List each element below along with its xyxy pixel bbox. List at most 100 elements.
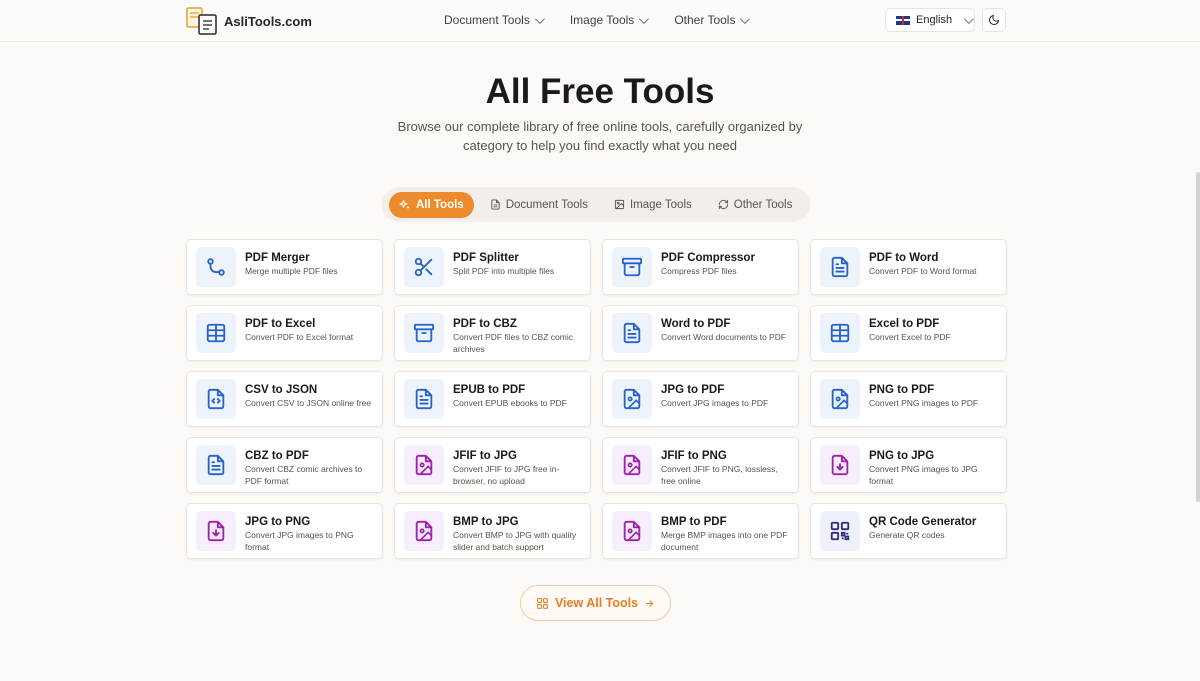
language-selector[interactable]: English: [885, 8, 975, 32]
tool-description: Generate QR codes: [869, 530, 945, 540]
tool-card-png-to-pdf[interactable]: PNG to PDF Convert PNG images to PDF: [810, 371, 1007, 427]
language-label: English: [916, 14, 953, 26]
tool-card-jpg-to-pdf[interactable]: JPG to PDF Convert JPG images to PDF: [602, 371, 799, 427]
tool-icon-box: [612, 379, 652, 419]
download-file-icon: [207, 520, 225, 542]
tool-icon-box: [612, 313, 652, 353]
tool-description: Convert Word documents to PDF: [661, 332, 787, 342]
tool-name: JPG to PDF: [661, 384, 725, 396]
image-icon: [614, 199, 625, 210]
image-file-icon: [623, 388, 641, 410]
tool-icon-box: [404, 379, 444, 419]
tool-card-bmp-to-pdf[interactable]: BMP to PDF Merge BMP images into one PDF…: [602, 503, 799, 559]
download-file-icon: [831, 454, 849, 476]
tool-icon-box: [196, 313, 236, 353]
tool-name: PNG to PDF: [869, 384, 935, 396]
tool-card-text: PDF to CBZ Convert PDF files to CBZ comi…: [453, 313, 581, 355]
uk-flag-icon: [896, 15, 910, 25]
tool-card-jfif-to-jpg[interactable]: JFIF to JPG Convert JFIF to JPG free in-…: [394, 437, 591, 493]
tool-card-pdf-to-excel[interactable]: PDF to Excel Convert PDF to Excel format: [186, 305, 383, 361]
tab-image-tools[interactable]: Image Tools: [604, 192, 702, 218]
tool-name: PDF to CBZ: [453, 318, 517, 330]
nav-label: Other Tools: [674, 13, 736, 27]
tool-name: PDF Merger: [245, 252, 310, 264]
logo-icon: [186, 6, 220, 36]
tab-label: Image Tools: [629, 198, 692, 211]
document-icon: [623, 322, 641, 344]
archive-icon: [621, 257, 643, 277]
tool-description: Convert PDF files to CBZ comic archives: [453, 332, 573, 354]
tool-icon-box: [820, 511, 860, 551]
tool-card-text: BMP to JPG Convert BMP to JPG with quali…: [453, 511, 581, 553]
tab-other-tools[interactable]: Other Tools: [708, 192, 803, 218]
tool-name: CSV to JSON: [245, 384, 318, 396]
tool-card-word-to-pdf[interactable]: Word to PDF Convert Word documents to PD…: [602, 305, 799, 361]
archive-icon: [413, 323, 435, 343]
tool-description: Convert PDF to Word format: [869, 266, 977, 276]
tool-card-cbz-to-pdf[interactable]: CBZ to PDF Convert CBZ comic archives to…: [186, 437, 383, 493]
tool-description: Convert EPUB ebooks to PDF: [453, 398, 567, 408]
tab-label: Document Tools: [505, 198, 588, 211]
tool-name: JFIF to JPG: [453, 450, 517, 462]
tool-name: PDF to Word: [869, 252, 939, 264]
tool-name: QR Code Generator: [869, 516, 977, 528]
chevron-down-icon: [639, 13, 650, 24]
tool-card-text: JPG to PDF Convert JPG images to PDF: [661, 379, 768, 410]
tool-description: Convert PNG images to JPG format: [869, 464, 978, 486]
tool-card-text: PNG to PDF Convert PNG images to PDF: [869, 379, 978, 410]
tool-card-text: PDF to Word Convert PDF to Word format: [869, 247, 977, 278]
category-tabs: All Tools Document Tools Image Tools Oth…: [382, 187, 810, 222]
nav-label: Document Tools: [444, 13, 530, 27]
tool-card-text: JFIF to JPG Convert JFIF to JPG free in-…: [453, 445, 581, 487]
table-icon: [830, 323, 850, 343]
image-file-icon: [623, 520, 641, 542]
tool-description: Convert JPG images to PNG format: [245, 530, 354, 552]
view-all-tools-button[interactable]: View All Tools: [520, 585, 671, 621]
tool-card-text: JPG to PNG Convert JPG images to PNG for…: [245, 511, 373, 553]
tool-card-epub-to-pdf[interactable]: EPUB to PDF Convert EPUB ebooks to PDF: [394, 371, 591, 427]
nav-document-tools[interactable]: Document Tools: [444, 13, 545, 27]
tool-icon-box: [820, 379, 860, 419]
tool-name: BMP to PDF: [661, 516, 727, 528]
tool-card-pdf-to-word[interactable]: PDF to Word Convert PDF to Word format: [810, 239, 1007, 295]
tool-description: Convert JFIF to PNG, lossless, free onli…: [661, 464, 778, 486]
tool-description: Convert BMP to JPG with quality slider a…: [453, 530, 577, 552]
tool-description: Convert PNG images to PDF: [869, 398, 979, 408]
tool-card-text: JFIF to PNG Convert JFIF to PNG, lossles…: [661, 445, 789, 487]
theme-toggle-button[interactable]: [982, 8, 1006, 32]
tool-card-jpg-to-png[interactable]: JPG to PNG Convert JPG images to PNG for…: [186, 503, 383, 559]
image-file-icon: [623, 454, 641, 476]
tab-all-tools[interactable]: All Tools: [389, 191, 474, 218]
brand-logo[interactable]: AsliTools.com: [186, 6, 312, 36]
nav-other-tools[interactable]: Other Tools: [674, 13, 751, 27]
tool-card-pdf-merger[interactable]: PDF Merger Merge multiple PDF files: [186, 239, 383, 295]
tool-description: Convert JFIF to JPG free in-browser, no …: [453, 464, 560, 486]
tool-name: Word to PDF: [661, 318, 731, 330]
page-scrollbar[interactable]: [1196, 172, 1200, 502]
tool-card-bmp-to-jpg[interactable]: BMP to JPG Convert BMP to JPG with quali…: [394, 503, 591, 559]
tool-card-pdf-to-cbz[interactable]: PDF to CBZ Convert PDF files to CBZ comi…: [394, 305, 591, 361]
tool-description: Merge multiple PDF files: [245, 266, 338, 276]
tool-card-text: CSV to JSON Convert CSV to JSON online f…: [245, 379, 371, 410]
nav-image-tools[interactable]: Image Tools: [569, 13, 650, 27]
tool-card-text: PDF Merger Merge multiple PDF files: [245, 247, 338, 278]
tab-document-tools[interactable]: Document Tools: [480, 192, 598, 218]
tool-icon-box: [820, 247, 860, 287]
tool-icon-box: [196, 445, 236, 485]
tool-card-pdf-splitter[interactable]: PDF Splitter Split PDF into multiple fil…: [394, 239, 591, 295]
tool-card-text: BMP to PDF Merge BMP images into one PDF…: [661, 511, 789, 553]
tool-description: Convert JPG images to PDF: [661, 398, 769, 408]
tool-card-png-to-jpg[interactable]: PNG to JPG Convert PNG images to JPG for…: [810, 437, 1007, 493]
tool-card-pdf-compressor[interactable]: PDF Compressor Compress PDF files: [602, 239, 799, 295]
tool-card-qr-code-generator[interactable]: QR Code Generator Generate QR codes: [810, 503, 1007, 559]
tool-name: PDF Compressor: [661, 252, 755, 264]
tab-label: All Tools: [416, 198, 464, 211]
sparkles-icon: [399, 199, 410, 209]
tool-description: Convert Excel to PDF: [869, 332, 951, 342]
tool-card-jfif-to-png[interactable]: JFIF to PNG Convert JFIF to PNG, lossles…: [602, 437, 799, 493]
nav-label: Image Tools: [569, 13, 635, 27]
grid-icon: [537, 597, 548, 609]
tool-name: PDF Splitter: [453, 252, 519, 264]
tool-card-csv-to-json[interactable]: CSV to JSON Convert CSV to JSON online f…: [186, 371, 383, 427]
tool-card-excel-to-pdf[interactable]: Excel to PDF Convert Excel to PDF: [810, 305, 1007, 361]
